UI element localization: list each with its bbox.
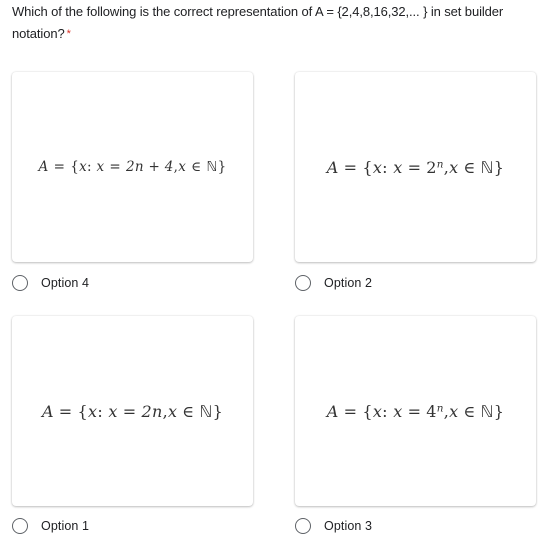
formula-lhs: A (326, 401, 339, 421)
formula-var: x (449, 401, 459, 421)
formula-element-of: ∈ (182, 401, 195, 421)
option-image-card: A = {x: x = 2n + 4,x ∈ ℕ} (12, 72, 253, 262)
option-image-card: A = {x: x = 4n,x ∈ ℕ} (295, 316, 536, 506)
formula-var: x (96, 159, 105, 175)
option-label[interactable]: Option 1 (41, 519, 89, 533)
formula-equals: = (407, 401, 422, 421)
formula-naturals: ℕ (480, 157, 494, 177)
formula-var: x (167, 401, 178, 421)
formula-var: x (393, 157, 403, 177)
option-label[interactable]: Option 4 (41, 276, 89, 290)
formula-var: x (79, 159, 88, 175)
formula-var: x (393, 401, 403, 421)
required-asterisk: * (66, 28, 71, 40)
option-label[interactable]: Option 3 (324, 519, 372, 533)
formula-lhs: A (41, 401, 54, 421)
formula-exponent: n (436, 401, 444, 414)
option-label[interactable]: Option 2 (324, 276, 372, 290)
question-text: Which of the following is the correct re… (12, 4, 504, 41)
formula-open-brace: { (70, 159, 80, 175)
formula-expression: 2n (141, 401, 163, 421)
formula-var: x (88, 401, 98, 421)
formula-element-of: ∈ (191, 159, 202, 175)
formula-colon: : (87, 159, 92, 175)
formula-equals: = (343, 157, 358, 177)
formula: A = {x: x = 4n,x ∈ ℕ} (327, 402, 505, 421)
formula: A = {x: x = 2n,x ∈ ℕ} (327, 158, 505, 177)
formula-colon: : (382, 157, 388, 177)
formula-var: x (449, 157, 459, 177)
formula-open-brace: { (362, 157, 373, 177)
formula-open-brace: { (362, 401, 373, 421)
option-radio-row[interactable]: Option 2 (295, 272, 372, 294)
formula-close-brace: } (493, 157, 505, 177)
option-radio-row[interactable]: Option 1 (12, 515, 89, 537)
formula-equals: = (122, 401, 137, 421)
formula-naturals: ℕ (480, 401, 494, 421)
question-title: Which of the following is the correct re… (12, 1, 552, 45)
radio-button[interactable] (12, 518, 28, 534)
formula-close-brace: } (493, 401, 505, 421)
radio-button[interactable] (12, 275, 28, 291)
formula-exponent: n (436, 157, 444, 170)
formula-equals: = (407, 157, 422, 177)
formula-var: x (178, 159, 187, 175)
formula-colon: : (97, 401, 104, 421)
formula-equals: = (109, 159, 122, 175)
formula: A = {x: x = 2n,x ∈ ℕ} (42, 402, 223, 421)
radio-button[interactable] (295, 518, 311, 534)
formula-colon: : (382, 401, 388, 421)
formula: A = {x: x = 2n + 4,x ∈ ℕ} (39, 159, 227, 175)
formula-close-brace: } (212, 401, 224, 421)
formula-var: x (108, 401, 118, 421)
formula-element-of: ∈ (463, 157, 476, 177)
option-radio-row[interactable]: Option 3 (295, 515, 372, 537)
formula-var: x (372, 157, 383, 177)
formula-open-brace: { (77, 401, 88, 421)
option-image-card: A = {x: x = 2n,x ∈ ℕ} (295, 72, 536, 262)
formula-equals: = (53, 159, 66, 175)
formula-expression: 2n + 4 (126, 159, 174, 175)
option-radio-row[interactable]: Option 4 (12, 272, 89, 294)
formula-var: x (372, 401, 383, 421)
radio-button[interactable] (295, 275, 311, 291)
formula-lhs: A (38, 159, 49, 175)
formula-equals: = (343, 401, 358, 421)
formula-element-of: ∈ (463, 401, 476, 421)
formula-expression: 4 (426, 401, 437, 421)
formula-lhs: A (326, 157, 339, 177)
formula-expression: 2 (426, 157, 437, 177)
formula-naturals: ℕ (199, 401, 213, 421)
formula-equals: = (58, 401, 73, 421)
option-image-card: A = {x: x = 2n,x ∈ ℕ} (12, 316, 253, 506)
formula-close-brace: } (217, 159, 227, 175)
formula-naturals: ℕ (206, 159, 218, 175)
